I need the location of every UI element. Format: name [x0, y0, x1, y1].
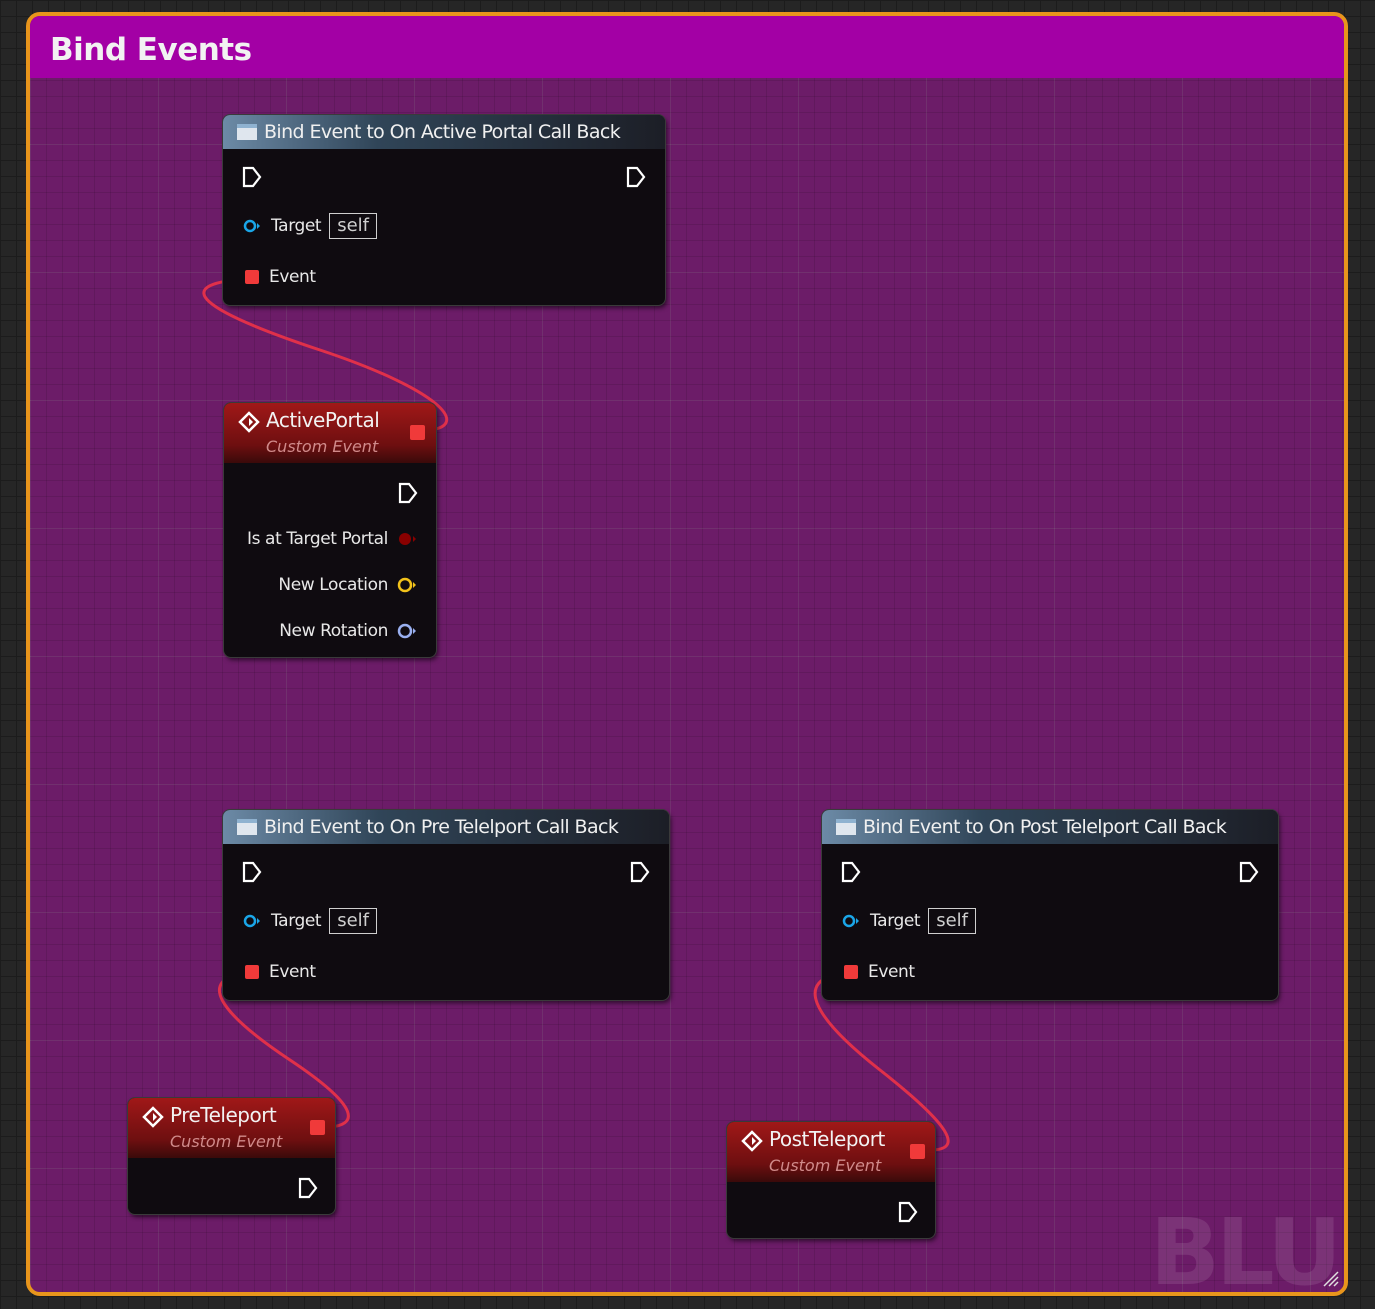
function-icon: [836, 819, 856, 835]
object-pin-icon[interactable]: [243, 914, 261, 928]
target-self-field[interactable]: self: [928, 908, 976, 934]
node-header: Bind Event to On Post Telelport Call Bac…: [822, 810, 1278, 844]
event-label: Event: [269, 267, 316, 287]
event-node-header: PreTeleport Custom Event: [128, 1098, 335, 1158]
event-title: PostTeleport: [769, 1127, 885, 1151]
node-title: Bind Event to On Active Portal Call Back: [264, 121, 621, 143]
exec-in-pin-icon[interactable]: [241, 860, 263, 884]
event-label: Event: [269, 962, 316, 982]
event-pin-row[interactable]: Event: [245, 962, 316, 982]
comment-title: Bind Events: [50, 32, 252, 68]
event-diamond-icon: [238, 411, 260, 433]
output-new-location[interactable]: New Location: [278, 575, 418, 595]
target-label: Target: [271, 216, 322, 236]
node-post-teleport-event[interactable]: PostTeleport Custom Event: [727, 1122, 935, 1238]
output-is-at-target-portal[interactable]: Is at Target Portal: [247, 529, 418, 549]
node-bind-post-teleport[interactable]: Bind Event to On Post Telelport Call Bac…: [822, 810, 1278, 1000]
node-active-portal-event[interactable]: ActivePortal Custom Event Is at Target P…: [224, 403, 436, 657]
node-bind-active-portal[interactable]: Bind Event to On Active Portal Call Back…: [223, 115, 665, 305]
event-node-header: ActivePortal Custom Event: [224, 403, 436, 463]
event-title: PreTeleport: [170, 1103, 277, 1127]
delegate-out-pin-icon[interactable]: [910, 1144, 925, 1159]
exec-out-pin-icon[interactable]: [625, 165, 647, 189]
function-icon: [237, 124, 257, 140]
event-label: Event: [868, 962, 915, 982]
delegate-pin-icon[interactable]: [245, 965, 259, 979]
rotator-pin-icon[interactable]: [396, 622, 418, 640]
bool-pin-icon[interactable]: [396, 530, 418, 548]
event-diamond-icon: [142, 1106, 164, 1128]
target-self-field[interactable]: self: [329, 213, 377, 239]
event-subtitle: Custom Event: [266, 437, 379, 456]
event-pin-row[interactable]: Event: [245, 267, 316, 287]
exec-out-pin-icon[interactable]: [397, 481, 419, 505]
event-subtitle: Custom Event: [769, 1156, 882, 1175]
delegate-pin-icon[interactable]: [245, 270, 259, 284]
output-label: New Rotation: [279, 621, 388, 641]
target-self-field[interactable]: self: [329, 908, 377, 934]
delegate-out-pin-icon[interactable]: [310, 1120, 325, 1135]
object-pin-icon[interactable]: [842, 914, 860, 928]
node-title: Bind Event to On Post Telelport Call Bac…: [863, 816, 1227, 838]
delegate-out-pin-icon[interactable]: [410, 425, 425, 440]
target-label: Target: [271, 911, 322, 931]
delegate-pin-icon[interactable]: [844, 965, 858, 979]
output-label: Is at Target Portal: [246, 529, 388, 549]
exec-out-pin-icon[interactable]: [629, 860, 651, 884]
function-icon: [237, 819, 257, 835]
object-pin-icon[interactable]: [243, 219, 261, 233]
event-diamond-icon: [741, 1130, 763, 1152]
exec-in-pin-icon[interactable]: [840, 860, 862, 884]
output-new-rotation[interactable]: New Rotation: [279, 621, 418, 641]
event-title: ActivePortal: [266, 408, 380, 432]
target-label: Target: [870, 911, 921, 931]
target-pin-row[interactable]: Target self: [842, 908, 976, 934]
output-label: New Location: [278, 575, 388, 595]
node-pre-teleport-event[interactable]: PreTeleport Custom Event: [128, 1098, 335, 1214]
comment-header[interactable]: Bind Events: [30, 16, 1344, 78]
vector-pin-icon[interactable]: [396, 576, 418, 594]
exec-out-pin-icon[interactable]: [897, 1200, 919, 1224]
node-header: Bind Event to On Pre Telelport Call Back: [223, 810, 669, 844]
exec-out-pin-icon[interactable]: [1238, 860, 1260, 884]
node-title: Bind Event to On Pre Telelport Call Back: [264, 816, 619, 838]
event-subtitle: Custom Event: [170, 1132, 283, 1151]
target-pin-row[interactable]: Target self: [243, 908, 377, 934]
exec-out-pin-icon[interactable]: [297, 1176, 319, 1200]
node-bind-pre-teleport[interactable]: Bind Event to On Pre Telelport Call Back…: [223, 810, 669, 1000]
event-node-header: PostTeleport Custom Event: [727, 1122, 935, 1182]
node-header: Bind Event to On Active Portal Call Back: [223, 115, 665, 149]
watermark: BLU: [1149, 1199, 1342, 1296]
exec-in-pin-icon[interactable]: [241, 165, 263, 189]
resize-grip-icon[interactable]: [1322, 1270, 1340, 1288]
target-pin-row[interactable]: Target self: [243, 213, 377, 239]
event-pin-row[interactable]: Event: [844, 962, 915, 982]
